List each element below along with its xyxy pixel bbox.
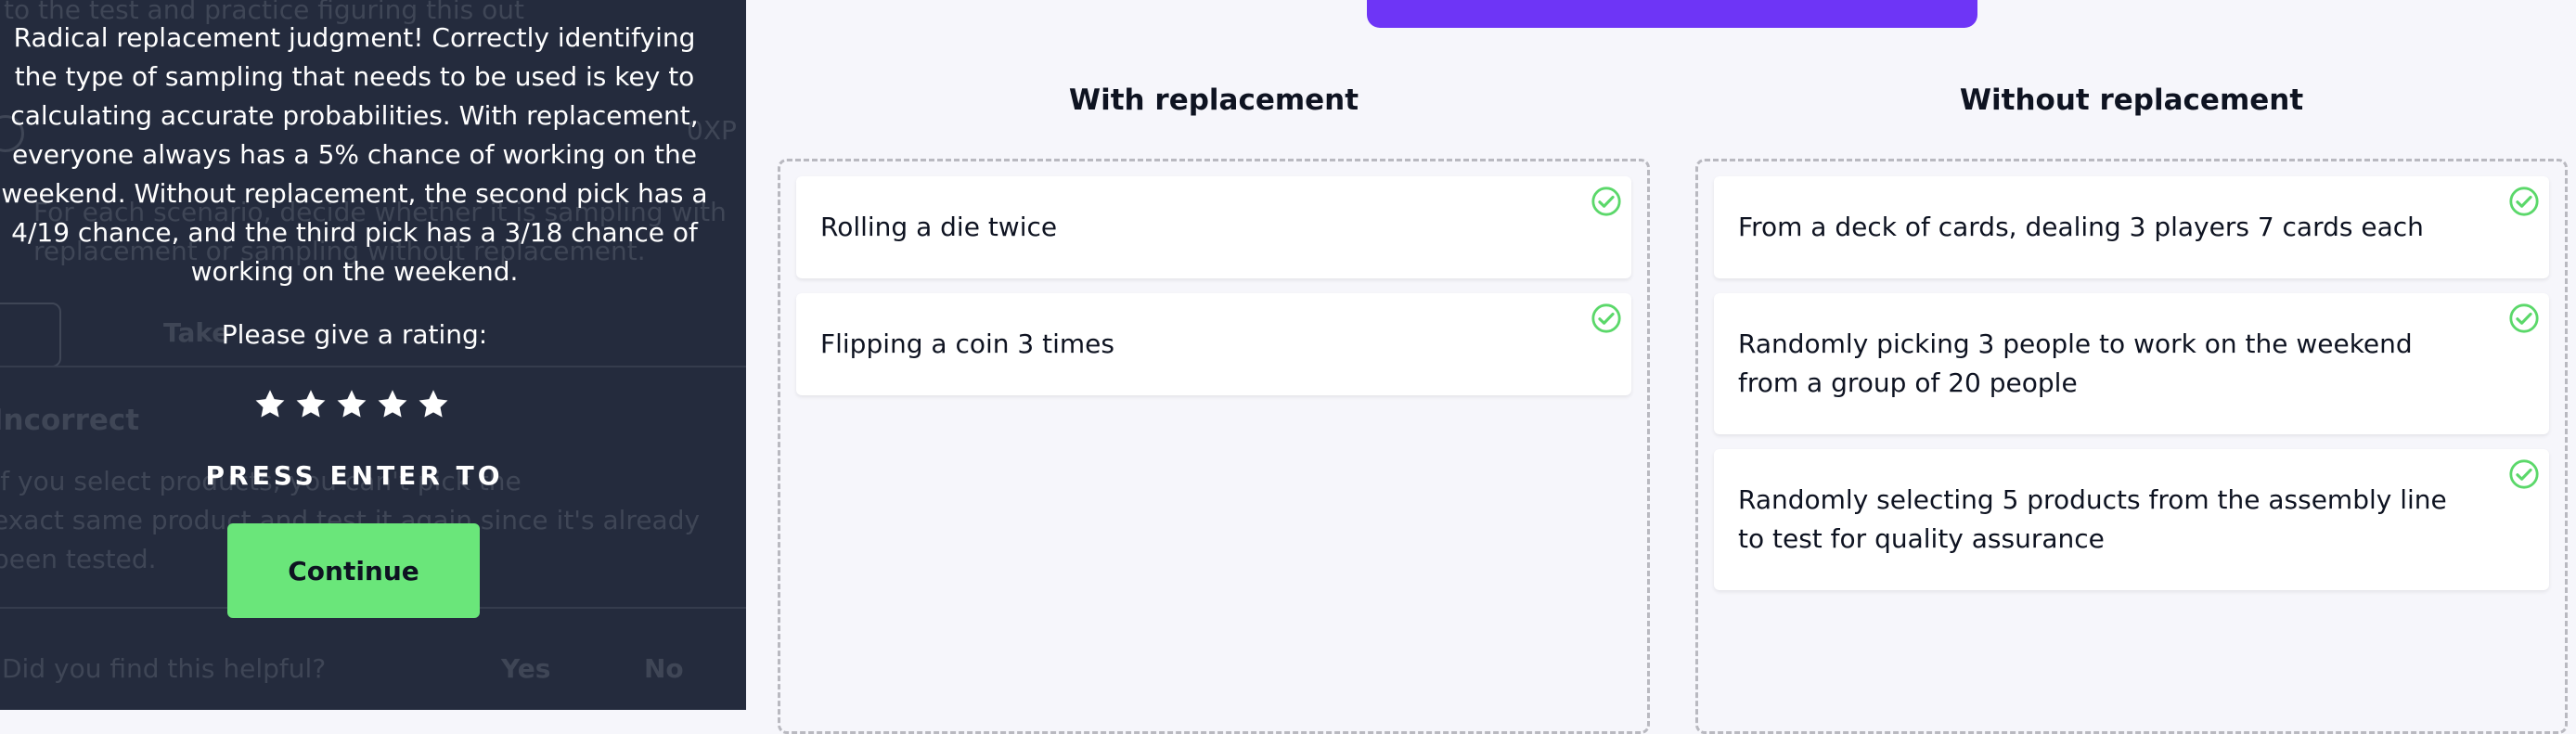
star-icon[interactable] (335, 388, 368, 421)
star-icon[interactable] (417, 388, 450, 421)
card-text: Randomly picking 3 people to work on the… (1738, 328, 2413, 398)
star-icon[interactable] (253, 388, 287, 421)
background-helpful-question: Did you find this helpful? (2, 653, 327, 684)
star-icon[interactable] (376, 388, 409, 421)
background-yes-label: Yes (501, 653, 551, 684)
background-no-label: No (644, 653, 684, 684)
background-divider (0, 366, 746, 367)
background-incorrect-heading: Incorrect (0, 404, 140, 437)
answer-card[interactable]: From a deck of cards, dealing 3 players … (1714, 176, 2549, 278)
continue-button[interactable]: Continue (227, 523, 480, 618)
answer-card[interactable]: Randomly picking 3 people to work on the… (1714, 293, 2549, 434)
check-circle-icon (2509, 187, 2539, 216)
press-enter-label: PRESS ENTER TO (205, 460, 504, 491)
rating-stars (253, 388, 450, 421)
check-circle-icon (1591, 303, 1621, 333)
check-answer-button[interactable] (1367, 0, 1977, 28)
with-replacement-heading: With replacement (1068, 84, 1359, 117)
answer-card[interactable]: Rolling a die twice (796, 176, 1631, 278)
check-circle-icon (1591, 187, 1621, 216)
card-text: From a deck of cards, dealing 3 players … (1738, 212, 2424, 242)
without-replacement-heading: Without replacement (1959, 84, 2304, 117)
card-text: Flipping a coin 3 times (820, 328, 1114, 359)
star-icon[interactable] (294, 388, 328, 421)
feedback-panel: to the test and practice figuring this o… (0, 0, 746, 710)
card-text: Rolling a die twice (820, 212, 1058, 242)
check-circle-icon (2509, 459, 2539, 489)
answer-card[interactable]: Flipping a coin 3 times (796, 293, 1631, 395)
answer-card[interactable]: Randomly selecting 5 products from the a… (1714, 449, 2549, 590)
card-text: Randomly selecting 5 products from the a… (1738, 484, 2447, 554)
feedback-message: Radical replacement judgment! Correctly … (1, 22, 708, 287)
check-circle-icon (2509, 303, 2539, 333)
rating-prompt: Please give a rating: (221, 319, 488, 350)
background-explanation-line3: been tested. (0, 544, 157, 574)
